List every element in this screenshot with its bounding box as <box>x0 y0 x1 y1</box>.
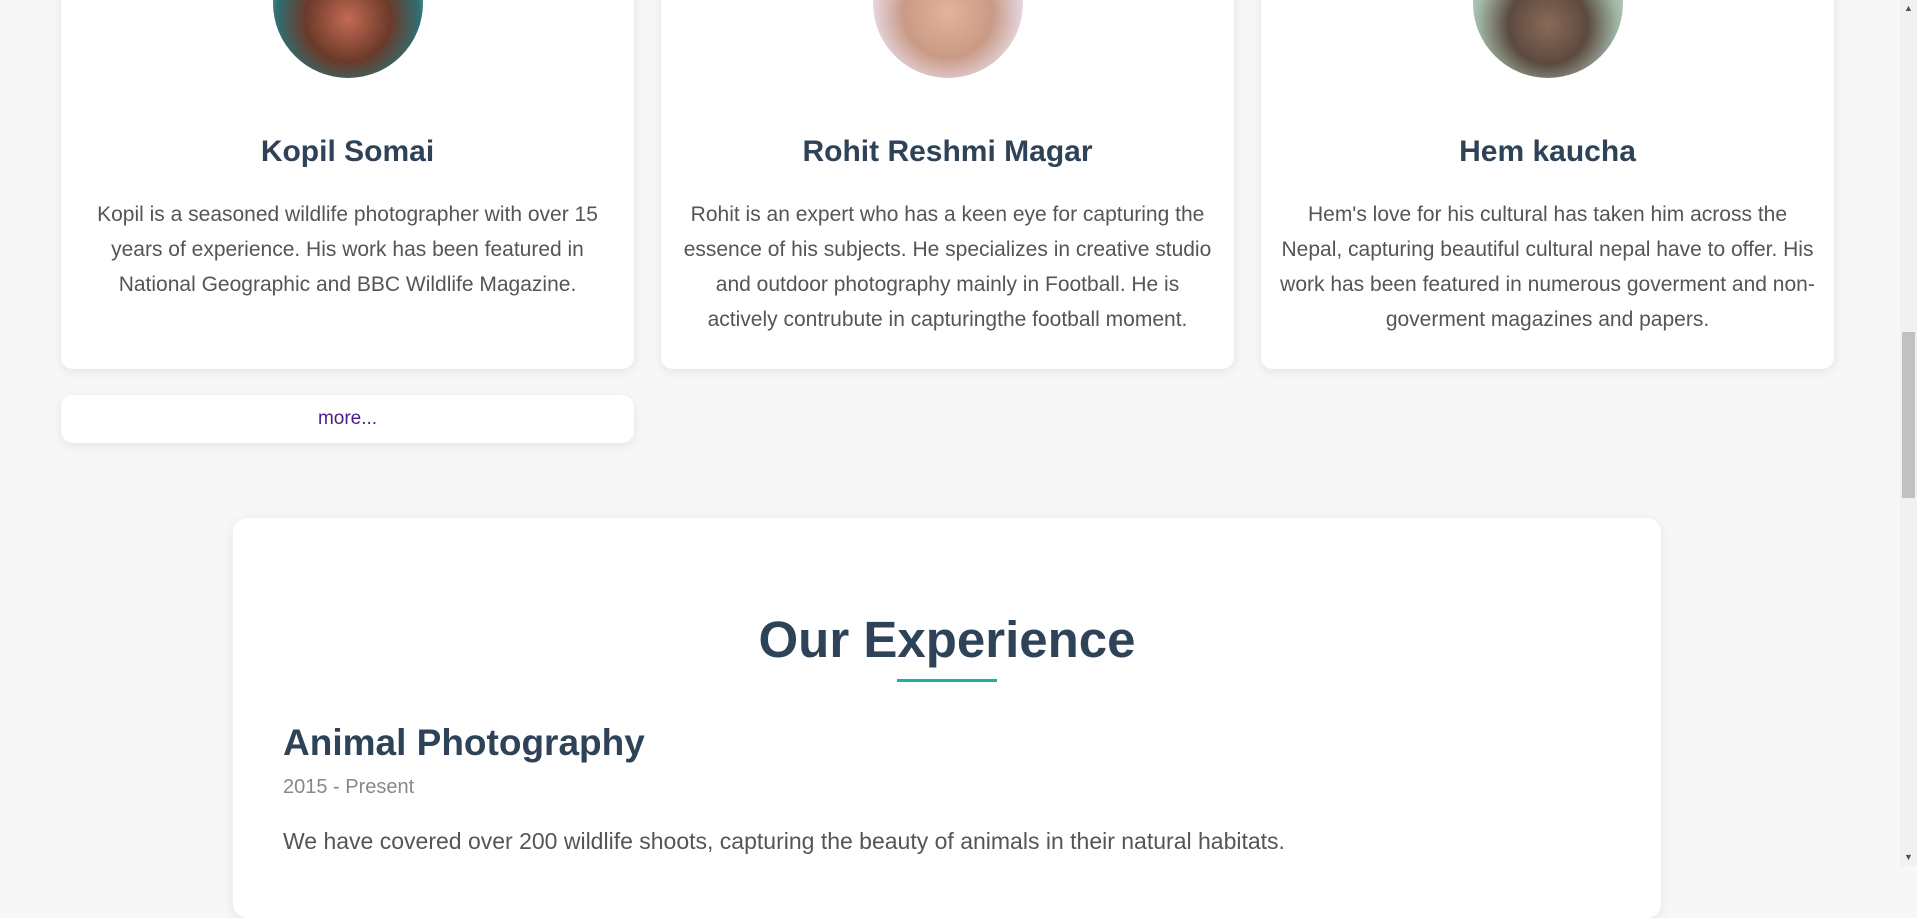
team-member-bio: Rohit is an expert who has a keen eye fo… <box>683 203 1212 331</box>
team-avatar <box>1472 0 1623 78</box>
team-member-name: Rohit Reshmi Magar <box>802 135 1093 168</box>
team-card-hem: Hem kaucha Hem's love for his cultural h… <box>1261 0 1834 369</box>
vertical-scrollbar[interactable]: ▲ ▼ <box>1900 0 1917 866</box>
team-member-name: Hem kaucha <box>1459 135 1636 168</box>
more-link[interactable]: more... <box>61 395 634 443</box>
scroll-thumb[interactable] <box>1902 332 1915 498</box>
team-member-bio: Hem's love for his cultural has taken hi… <box>1280 203 1815 331</box>
scroll-up-icon[interactable]: ▲ <box>1900 0 1917 17</box>
experience-section: Our Experience Animal Photography 2015 -… <box>233 518 1661 918</box>
experience-description: We have covered over 200 wildlife shoots… <box>283 828 1285 854</box>
title-underline <box>897 679 997 682</box>
team-card-rohit: Rohit Reshmi Magar Rohit is an expert wh… <box>661 0 1234 369</box>
team-member-name: Kopil Somai <box>260 135 435 168</box>
experience-title: Animal Photography <box>283 722 645 763</box>
scroll-down-icon[interactable]: ▼ <box>1900 849 1917 866</box>
experience-period: 2015 - Present <box>283 776 415 798</box>
team-avatar <box>272 0 423 78</box>
team-card-kopil: Kopil Somai Kopil is a seasoned wildlife… <box>61 0 634 369</box>
team-avatar <box>872 0 1023 78</box>
section-title: Our Experience <box>758 611 1136 668</box>
team-member-bio: Kopil is a seasoned wildlife photographe… <box>97 203 598 296</box>
